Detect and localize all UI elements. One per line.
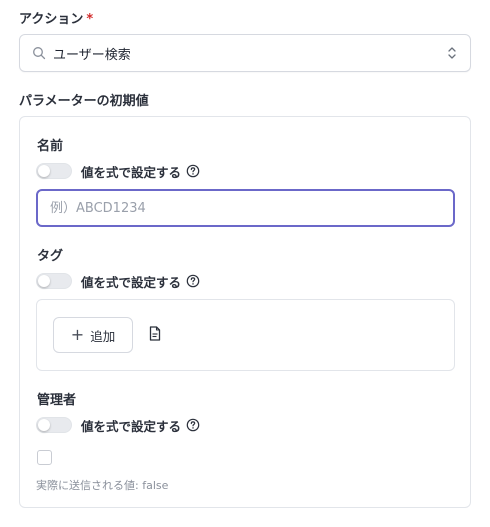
action-label: アクション *	[19, 8, 93, 27]
toggle-knob	[38, 275, 50, 287]
admin-toggle-label: 値を式で設定する	[81, 418, 182, 434]
required-mark: *	[86, 12, 94, 27]
tag-expression-toggle-row: 値を式で設定する	[36, 272, 200, 290]
chevron-up-down-icon	[446, 45, 458, 61]
action-select[interactable]: ユーザー検索	[19, 34, 471, 72]
params-section-title: パラメーターの初期値	[19, 94, 149, 109]
tag-list-box: + 追加	[36, 299, 455, 371]
action-label-text: アクション	[19, 12, 84, 27]
add-tag-button-label: 追加	[90, 328, 116, 344]
search-icon	[32, 46, 46, 60]
action-select-value: ユーザー検索	[53, 47, 131, 63]
name-input[interactable]	[36, 189, 455, 227]
name-expression-toggle-row: 値を式で設定する	[36, 162, 200, 180]
admin-checkbox[interactable]	[37, 450, 52, 465]
question-circle-icon[interactable]	[186, 274, 200, 288]
document-icon[interactable]	[149, 326, 163, 342]
name-field-title: 名前	[37, 139, 64, 154]
admin-expression-toggle[interactable]	[36, 417, 72, 433]
admin-field-title: 管理者	[37, 393, 77, 408]
question-circle-icon[interactable]	[186, 164, 200, 178]
admin-sent-value-hint: 実際に送信される値: false	[36, 479, 169, 492]
name-toggle-label: 値を式で設定する	[81, 164, 182, 180]
add-tag-button[interactable]: + 追加	[53, 317, 133, 353]
tag-expression-toggle[interactable]	[36, 273, 72, 289]
params-panel: 名前 値を式で設定する タグ 値を式で設定する + 追加 管理者 値を式で設定す…	[19, 116, 471, 508]
admin-expression-toggle-row: 値を式で設定する	[36, 416, 200, 434]
tag-toggle-label: 値を式で設定する	[81, 274, 182, 290]
toggle-knob	[38, 419, 50, 431]
tag-field-title: タグ	[37, 249, 64, 264]
toggle-knob	[38, 165, 50, 177]
question-circle-icon[interactable]	[186, 418, 200, 432]
name-expression-toggle[interactable]	[36, 163, 72, 179]
plus-icon: +	[70, 325, 85, 344]
